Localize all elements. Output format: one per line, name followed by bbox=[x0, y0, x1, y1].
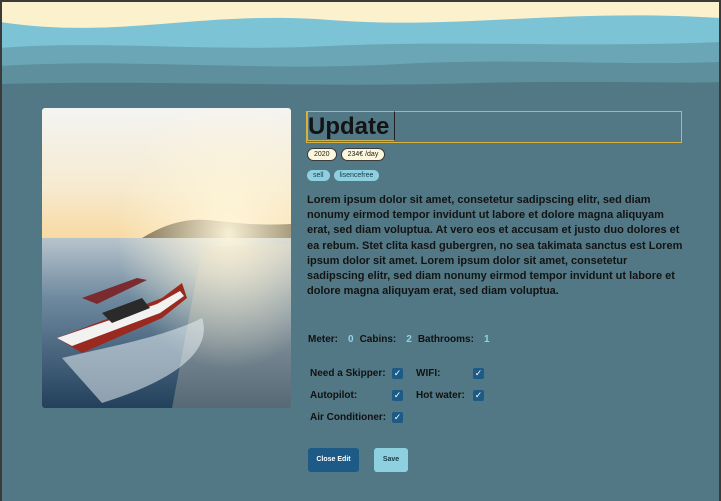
bathrooms-value[interactable]: 1 bbox=[484, 334, 490, 345]
wifi-label: WIFI: bbox=[416, 368, 441, 379]
category-tags: sell lisencefree bbox=[307, 170, 380, 181]
title-input[interactable]: Update bbox=[306, 111, 682, 143]
category-tag-lisencefree[interactable]: lisencefree bbox=[333, 170, 380, 181]
cabins-value[interactable]: 2 bbox=[406, 334, 412, 345]
price-tag: 234€ /day bbox=[340, 148, 386, 161]
year-tag: 2020 bbox=[307, 148, 337, 161]
meter-value[interactable]: 0 bbox=[348, 334, 354, 345]
meter-label: Meter: bbox=[308, 334, 339, 345]
header-waves bbox=[0, 0, 721, 100]
bathrooms-label: Bathrooms: bbox=[417, 334, 474, 345]
close-edit-button[interactable]: Close Edit bbox=[308, 448, 359, 472]
autopilot-label: Autopilot: bbox=[310, 390, 358, 401]
aircon-label: Air Conditioner: bbox=[310, 412, 387, 423]
stats-row: Meter: 0 Cabins: 2 Bathrooms: 1 bbox=[308, 334, 496, 345]
autopilot-checkbox[interactable]: ✓ bbox=[392, 390, 403, 401]
wifi-checkbox[interactable]: ✓ bbox=[473, 368, 484, 379]
aircon-checkbox[interactable]: ✓ bbox=[392, 412, 403, 423]
save-button[interactable]: Save bbox=[374, 448, 408, 472]
title-text: Update bbox=[308, 113, 390, 140]
cabins-label: Cabins: bbox=[359, 334, 397, 345]
boat-photo bbox=[42, 108, 291, 408]
hotwater-checkbox[interactable]: ✓ bbox=[473, 390, 484, 401]
category-tag-sell[interactable]: sell bbox=[307, 170, 330, 181]
listing-tags: 2020 234€ /day bbox=[307, 148, 386, 161]
description: Lorem ipsum dolor sit amet, consetetur s… bbox=[307, 194, 683, 298]
skipper-label: Need a Skipper: bbox=[310, 368, 386, 379]
hotwater-label: Hot water: bbox=[416, 390, 465, 401]
skipper-checkbox[interactable]: ✓ bbox=[392, 368, 403, 379]
